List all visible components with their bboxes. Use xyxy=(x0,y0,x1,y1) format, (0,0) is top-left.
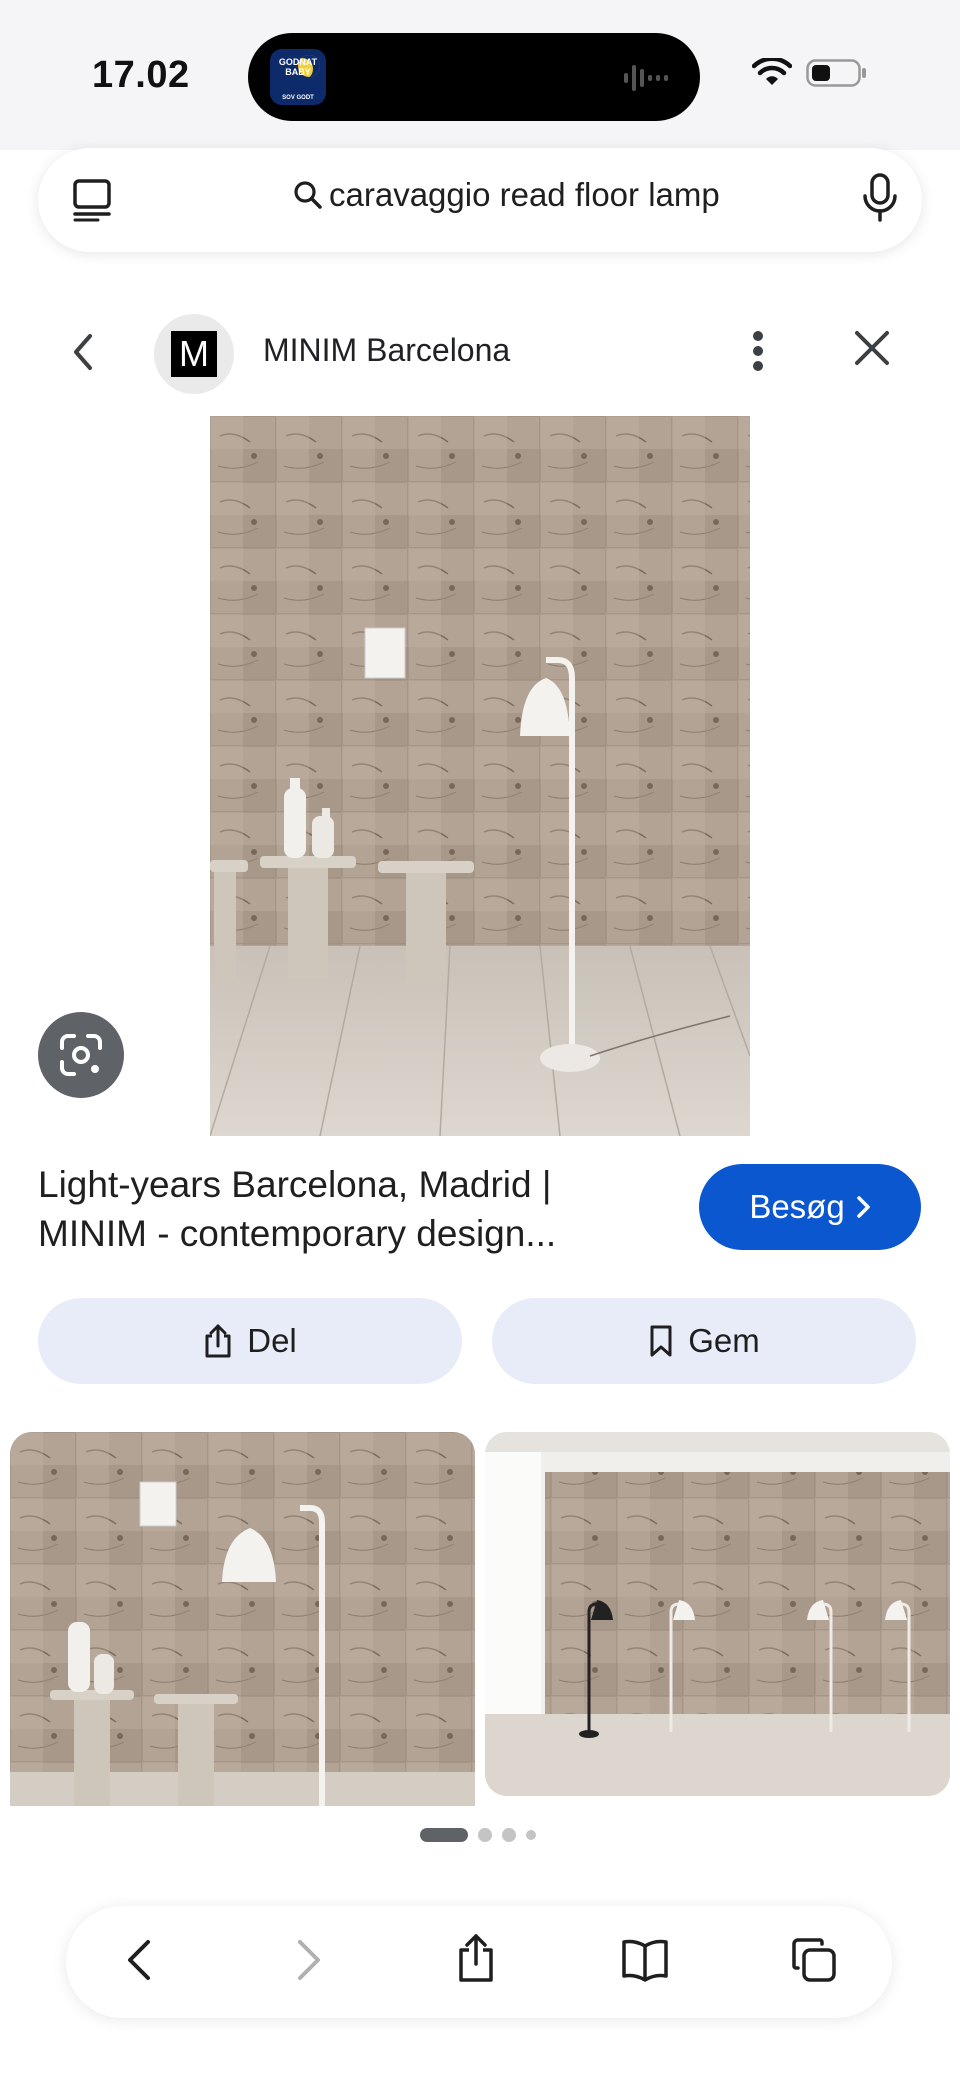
battery-icon xyxy=(806,59,866,87)
audio-wave-icon xyxy=(624,65,668,91)
status-icons xyxy=(752,58,868,88)
wood-wall-lamp-photo xyxy=(210,416,750,1136)
share-label: Del xyxy=(247,1322,297,1359)
browser-toolbar xyxy=(66,1906,892,2018)
visit-button[interactable]: Besøg xyxy=(699,1164,921,1250)
mic-icon[interactable] xyxy=(860,172,900,224)
island-app-label: GODNAT BABY xyxy=(278,57,318,77)
tabs-icon[interactable] xyxy=(790,1936,838,1984)
carousel-indicator xyxy=(420,1828,536,1842)
carousel-dot xyxy=(478,1828,492,1842)
source-header: M MINIM Barcelona xyxy=(0,310,960,394)
dynamic-island[interactable]: GODNAT BABY SOV GODT xyxy=(248,33,700,121)
chevron-right-icon xyxy=(856,1196,870,1218)
related-photo-wood-lamp xyxy=(10,1432,475,1806)
back-arrow-icon[interactable] xyxy=(124,1936,154,1984)
search-bar[interactable]: caravaggio read floor lamp xyxy=(38,148,922,252)
carousel-dot xyxy=(502,1828,516,1842)
save-button[interactable]: Gem xyxy=(492,1298,916,1384)
google-lens-icon xyxy=(60,1034,102,1076)
book-icon[interactable] xyxy=(620,1936,670,1982)
source-name[interactable]: MINIM Barcelona xyxy=(263,332,510,369)
close-icon[interactable] xyxy=(852,328,892,368)
save-label: Gem xyxy=(688,1322,760,1359)
forward-arrow-icon[interactable] xyxy=(294,1936,324,1984)
source-logo[interactable]: M xyxy=(154,314,234,394)
related-image-2[interactable] xyxy=(485,1432,950,1796)
more-vert-icon[interactable] xyxy=(748,328,768,374)
search-icon xyxy=(294,181,322,209)
visit-label: Besøg xyxy=(749,1188,845,1225)
related-image-1[interactable] xyxy=(10,1432,475,1806)
share-button[interactable]: Del xyxy=(38,1298,462,1384)
search-query[interactable]: caravaggio read floor lamp xyxy=(293,176,720,214)
carousel-dot-active xyxy=(420,1828,468,1842)
carousel-dot xyxy=(526,1830,536,1840)
status-bar: 17.02 GODNAT BABY SOV GODT xyxy=(0,0,960,150)
main-image[interactable] xyxy=(210,416,750,1136)
island-app-sublabel: SOV GODT xyxy=(282,95,314,101)
bookmark-icon xyxy=(650,1325,672,1357)
related-photo-room-lamps xyxy=(485,1432,950,1796)
chevron-left-icon[interactable] xyxy=(70,332,96,372)
share-icon[interactable] xyxy=(456,1932,496,1984)
island-app-icon: GODNAT BABY SOV GODT xyxy=(270,49,326,105)
source-logo-letter: M xyxy=(171,331,217,377)
tabs-icon[interactable] xyxy=(72,178,112,222)
google-lens-button[interactable] xyxy=(38,1012,124,1098)
result-title[interactable]: Light-years Barcelona, Madrid | MINIM - … xyxy=(38,1160,658,1258)
status-time: 17.02 xyxy=(92,54,190,96)
search-query-text: caravaggio read floor lamp xyxy=(329,176,720,213)
wifi-icon xyxy=(752,58,792,85)
share-icon xyxy=(205,1324,231,1358)
